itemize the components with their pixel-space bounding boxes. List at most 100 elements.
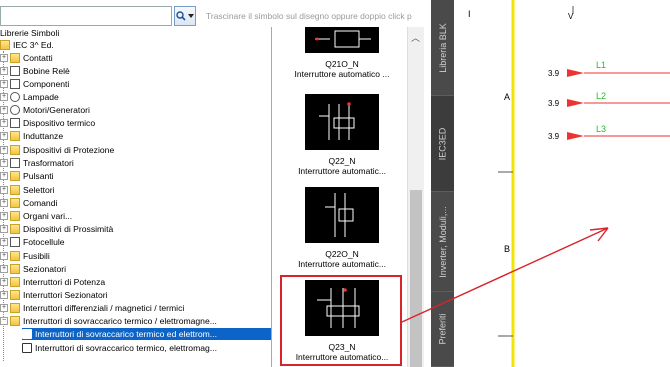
- column-label: I: [468, 9, 471, 19]
- disconnector-icon: [10, 264, 20, 274]
- expand-icon[interactable]: +: [0, 80, 8, 88]
- inductor-icon: [10, 131, 20, 141]
- tree-item-label: Sezionatori: [23, 264, 66, 274]
- expand-icon[interactable]: +: [0, 67, 8, 75]
- expand-icon[interactable]: +: [0, 225, 8, 233]
- tree-item-sezionatori[interactable]: + Sezionatori: [0, 263, 66, 275]
- symbol-name: Q22_N: [328, 156, 356, 166]
- symbol-library-tree[interactable]: Librerie Simboli IEC 3^ Ed. + Contatti + B…: [0, 27, 272, 367]
- column-label: V: [568, 12, 574, 21]
- tree-item-label: Interruttori differenziali / magnetici /…: [23, 303, 185, 313]
- tree-item-label: Interruttori di Potenza: [23, 277, 106, 287]
- tree-item-bobine[interactable]: + Bobine Relè: [0, 65, 70, 77]
- preview-scrollbar[interactable]: ︿: [407, 27, 424, 367]
- tab-libreria-blk[interactable]: Libreria BLK: [431, 0, 454, 96]
- scroll-up-icon[interactable]: ︿: [411, 31, 420, 44]
- folder-icon: [0, 40, 10, 50]
- expand-icon[interactable]: +: [0, 106, 8, 114]
- search-button[interactable]: [174, 6, 196, 26]
- expand-icon[interactable]: +: [0, 132, 8, 140]
- tree-item-sovraccarico[interactable]: − Interruttori di sovraccarico termico / …: [0, 315, 217, 327]
- tree-item-label: Contatti: [23, 53, 53, 63]
- wire-l3[interactable]: [567, 132, 670, 140]
- tree-item-selettori[interactable]: + Selettori: [0, 184, 55, 196]
- tree-item-induttanze[interactable]: + Induttanze: [0, 130, 63, 142]
- tab-preferiti[interactable]: Preferiti: [431, 292, 454, 367]
- tree-item-label: Interruttori di sovraccarico termico / e…: [23, 316, 217, 326]
- folder-icon: [10, 53, 20, 63]
- tree-item-sovraccarico-elettromag[interactable]: Interruttori di sovraccarico termico, el…: [22, 342, 217, 354]
- search-input[interactable]: [0, 6, 172, 26]
- expand-icon[interactable]: +: [0, 146, 8, 154]
- wire-l2[interactable]: [567, 99, 670, 107]
- tree-item-lampade[interactable]: + Lampade: [0, 91, 59, 103]
- tree-item-potenza[interactable]: + Interruttori di Potenza: [0, 276, 105, 288]
- protection-icon: [10, 145, 20, 155]
- tree-item-differenziali[interactable]: + Interruttori differenziali / magnetici …: [0, 302, 184, 314]
- tree-item-pulsanti[interactable]: + Pulsanti: [0, 170, 54, 182]
- photocell-icon: [10, 237, 20, 247]
- expand-icon[interactable]: +: [0, 119, 8, 127]
- tree-item-componenti[interactable]: + Componenti: [0, 78, 69, 90]
- selection-highlight-box: [280, 275, 402, 366]
- tree-item-selected[interactable]: Interruttori di sovraccarico termico ed …: [22, 328, 271, 340]
- schematic-sheet: [498, 0, 670, 367]
- tree-item-label: Interruttori di sovraccarico termico, el…: [35, 343, 217, 353]
- tree-item-prossimita[interactable]: + Dispositivi di Prossimità: [0, 223, 113, 235]
- wire-label-l2: L2: [596, 91, 607, 101]
- tree-item-comandi[interactable]: + Comandi: [0, 197, 57, 209]
- tree-item-trasformatori[interactable]: + Trasformatori: [0, 157, 74, 169]
- tree-item-root[interactable]: Librerie Simboli: [0, 27, 59, 39]
- search-icon: [176, 11, 186, 21]
- symbol-description: Interruttore automatic...: [298, 259, 386, 269]
- symbol-card[interactable]: Q21O_N Interruttore automatico ...: [282, 27, 402, 79]
- tab-inverter-moduli[interactable]: Inverter, Moduli,...: [431, 192, 454, 292]
- tree-item-label: Dispositivi di Protezione: [23, 145, 115, 155]
- expand-icon[interactable]: +: [0, 304, 8, 312]
- tree-item-protezione[interactable]: + Dispositivi di Protezione: [0, 144, 114, 156]
- wire-l1[interactable]: [567, 69, 670, 77]
- symbol-thumbnail: [305, 27, 379, 53]
- scrollbar-thumb[interactable]: [410, 190, 422, 367]
- tree-item-label: Librerie Simboli: [0, 28, 60, 38]
- tree-item-termico[interactable]: + Dispositivo termico: [0, 117, 95, 129]
- expand-icon[interactable]: +: [0, 291, 8, 299]
- expand-icon[interactable]: +: [0, 212, 8, 220]
- drawing-canvas[interactable]: I V A B 3.9 3.9 3.9 L1 L2 L3: [454, 0, 670, 367]
- expand-icon[interactable]: +: [0, 93, 8, 101]
- expand-icon[interactable]: +: [0, 199, 8, 207]
- wire-label-l3: L3: [596, 124, 607, 134]
- wire-ref: 3.9: [548, 132, 560, 141]
- switch-disconnector-icon: [10, 290, 20, 300]
- symbol-name: Q21O_N: [325, 59, 359, 69]
- tree-item-iec[interactable]: IEC 3^ Ed.: [0, 39, 54, 51]
- tree-item-label: Bobine Relè: [23, 66, 70, 76]
- symbol-name: Q22O_N: [325, 249, 359, 259]
- symbol-description: Interruttore automatico ...: [294, 69, 390, 79]
- tree-item-label: Organi vari...: [23, 211, 73, 221]
- collapse-icon[interactable]: −: [0, 317, 8, 325]
- relay-coil-icon: [10, 66, 20, 76]
- expand-icon[interactable]: +: [0, 159, 8, 167]
- symbol-card[interactable]: Q22O_N Interruttore automatic...: [282, 187, 402, 269]
- expand-icon[interactable]: +: [0, 238, 8, 246]
- expand-icon[interactable]: +: [0, 186, 8, 194]
- overload-switch-icon: [22, 343, 32, 353]
- expand-icon[interactable]: +: [0, 265, 8, 273]
- tree-item-label: Trasformatori: [23, 158, 74, 168]
- symbol-card[interactable]: Q22_N Interruttore automatic...: [282, 94, 402, 176]
- tree-item-label: Lampade: [23, 92, 59, 102]
- tree-item-motori[interactable]: + Motori/Generatori: [0, 104, 90, 116]
- expand-icon[interactable]: +: [0, 172, 8, 180]
- tree-item-label: Comandi: [23, 198, 58, 208]
- tree-item-fusibili[interactable]: + Fusibili: [0, 250, 50, 262]
- drag-hint-text: Trascinare il simbolo sul disegno oppure…: [206, 11, 412, 21]
- tree-item-contatti[interactable]: + Contatti: [0, 52, 53, 64]
- expand-icon[interactable]: +: [0, 54, 8, 62]
- expand-icon[interactable]: +: [0, 252, 8, 260]
- tab-iec3ed[interactable]: IEC3ED: [431, 96, 454, 192]
- tree-item-fotocellule[interactable]: + Fotocellule: [0, 236, 65, 248]
- tree-item-int-sezionatori[interactable]: + Interruttori Sezionatori: [0, 289, 108, 301]
- tree-item-organi[interactable]: + Organi vari...: [0, 210, 72, 222]
- expand-icon[interactable]: +: [0, 278, 8, 286]
